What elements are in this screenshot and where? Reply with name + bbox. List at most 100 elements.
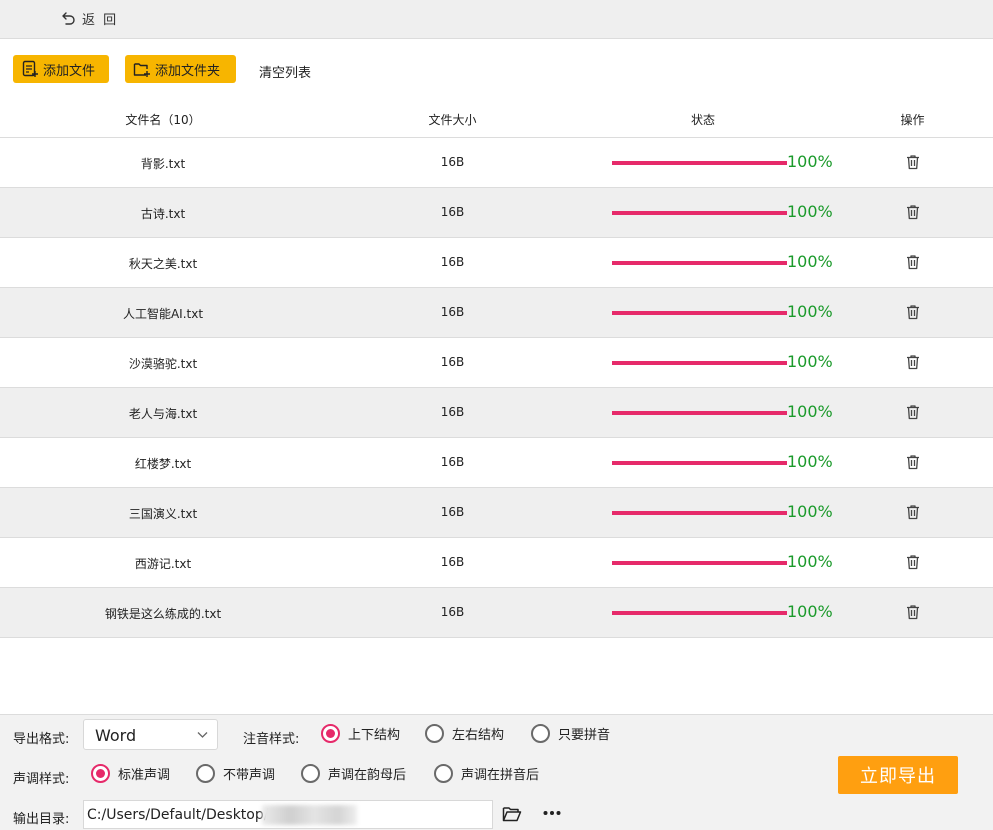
radio-circle xyxy=(321,724,340,743)
more-dots-icon[interactable] xyxy=(542,806,562,820)
table-row: 人工智能AI.txt 16B 100% xyxy=(0,288,993,338)
radio-circle xyxy=(301,764,320,783)
output-dir-label: 输出目录: xyxy=(13,812,70,827)
toolbar: 添加文件 添加文件夹 清空列表 xyxy=(0,39,993,99)
progress-percent: 100% xyxy=(787,602,833,621)
table-row: 沙漠骆驼.txt 16B 100% xyxy=(0,338,993,388)
export-settings-panel: 导出格式: Word 注音样式: 上下结构 左右结构 只要拼音 声调样式: 标准声调… xyxy=(0,714,993,830)
file-size: 16B xyxy=(440,405,465,419)
back-button[interactable]: 返 回 xyxy=(60,9,118,28)
radio-circle xyxy=(425,724,444,743)
header-filename: 文件名（10） xyxy=(125,113,201,127)
add-file-button[interactable]: 添加文件 xyxy=(13,55,109,83)
progress-bar xyxy=(612,611,787,615)
progress-fill xyxy=(612,361,787,365)
radio-label: 声调在韵母后 xyxy=(328,768,407,783)
file-name: 红楼梦.txt xyxy=(134,457,192,471)
trash-icon[interactable] xyxy=(905,604,921,620)
progress-fill xyxy=(612,261,787,265)
radio-label: 标准声调 xyxy=(118,768,171,783)
trash-icon[interactable] xyxy=(905,254,921,270)
progress-fill xyxy=(612,561,787,565)
annotation-style-option[interactable]: 左右结构 xyxy=(425,724,504,743)
trash-icon[interactable] xyxy=(905,504,921,520)
progress-fill xyxy=(612,511,787,515)
table-row: 古诗.txt 16B 100% xyxy=(0,188,993,238)
trash-icon[interactable] xyxy=(905,204,921,220)
tone-style-option[interactable]: 声调在拼音后 xyxy=(434,764,539,783)
chevron-down-icon xyxy=(197,732,208,738)
trash-icon[interactable] xyxy=(905,554,921,570)
progress-bar xyxy=(612,161,787,165)
table-row: 红楼梦.txt 16B 100% xyxy=(0,438,993,488)
format-label: 导出格式: xyxy=(13,732,70,747)
back-label: 返 回 xyxy=(82,13,119,28)
tone-style-option[interactable]: 不带声调 xyxy=(196,764,275,783)
file-size: 16B xyxy=(440,155,465,169)
radio-label: 不带声调 xyxy=(223,768,276,783)
file-size: 16B xyxy=(440,605,465,619)
file-name: 沙漠骆驼.txt xyxy=(128,357,198,371)
progress-percent: 100% xyxy=(787,352,833,371)
progress-percent: 100% xyxy=(787,452,833,471)
progress-percent: 100% xyxy=(787,202,833,221)
table-row: 钢铁是这么练成的.txt 16B 100% xyxy=(0,588,993,638)
progress-bar xyxy=(612,411,787,415)
progress-bar xyxy=(612,311,787,315)
annotation-style-option[interactable]: 只要拼音 xyxy=(531,724,610,743)
folder-add-icon xyxy=(133,63,150,77)
header-status: 状态 xyxy=(690,113,715,127)
export-now-button[interactable]: 立即导出 xyxy=(838,756,958,794)
progress-percent: 100% xyxy=(787,152,833,171)
file-name: 西游记.txt xyxy=(134,557,192,571)
output-path-field[interactable]: C:/Users/Default/Desktop/ xyxy=(83,800,493,829)
tone-style-option[interactable]: 声调在韵母后 xyxy=(301,764,406,783)
trash-icon[interactable] xyxy=(905,154,921,170)
file-size: 16B xyxy=(440,305,465,319)
trash-icon[interactable] xyxy=(905,454,921,470)
progress-percent: 100% xyxy=(787,502,833,521)
table-header: 文件名（10） 文件大小 状态 操作 xyxy=(0,99,993,138)
radio-circle xyxy=(434,764,453,783)
progress-bar xyxy=(612,261,787,265)
clear-list-button[interactable]: 清空列表 xyxy=(259,62,311,81)
add-file-label: 添加文件 xyxy=(43,63,96,79)
progress-bar xyxy=(612,361,787,365)
progress-percent: 100% xyxy=(787,402,833,421)
trash-icon[interactable] xyxy=(905,404,921,420)
annotation-label: 注音样式: xyxy=(243,732,300,747)
progress-fill xyxy=(612,611,787,615)
format-value: Word xyxy=(95,726,137,745)
trash-icon[interactable] xyxy=(905,304,921,320)
table-row: 老人与海.txt 16B 100% xyxy=(0,388,993,438)
file-name: 古诗.txt xyxy=(140,207,186,221)
table-row: 秋天之美.txt 16B 100% xyxy=(0,238,993,288)
table-row: 三国演义.txt 16B 100% xyxy=(0,488,993,538)
file-size: 16B xyxy=(440,505,465,519)
file-name: 三国演义.txt xyxy=(128,507,198,521)
radio-circle xyxy=(531,724,550,743)
progress-bar xyxy=(612,511,787,515)
file-size: 16B xyxy=(440,455,465,469)
radio-label: 左右结构 xyxy=(452,728,505,743)
tone-style-option[interactable]: 标准声调 xyxy=(91,764,170,783)
add-folder-button[interactable]: 添加文件夹 xyxy=(125,55,236,83)
file-table-body: 背影.txt 16B 100% 古诗.txt 16B 100% 秋天之美.txt 16B 100… xyxy=(0,138,993,638)
header-operation: 操作 xyxy=(900,113,925,127)
progress-percent: 100% xyxy=(787,302,833,321)
tone-label: 声调样式: xyxy=(13,772,70,787)
file-size: 16B xyxy=(440,355,465,369)
add-folder-label: 添加文件夹 xyxy=(155,63,221,79)
file-name: 背影.txt xyxy=(140,157,186,171)
radio-label: 上下结构 xyxy=(348,728,401,743)
trash-icon[interactable] xyxy=(905,354,921,370)
annotation-style-option[interactable]: 上下结构 xyxy=(321,724,400,743)
file-name: 秋天之美.txt xyxy=(128,257,198,271)
radio-circle xyxy=(91,764,110,783)
folder-open-icon[interactable] xyxy=(502,805,522,823)
format-select[interactable]: Word xyxy=(83,719,218,750)
progress-percent: 100% xyxy=(787,252,833,271)
progress-fill xyxy=(612,461,787,465)
file-size: 16B xyxy=(440,255,465,269)
file-name: 钢铁是这么练成的.txt xyxy=(104,607,222,621)
